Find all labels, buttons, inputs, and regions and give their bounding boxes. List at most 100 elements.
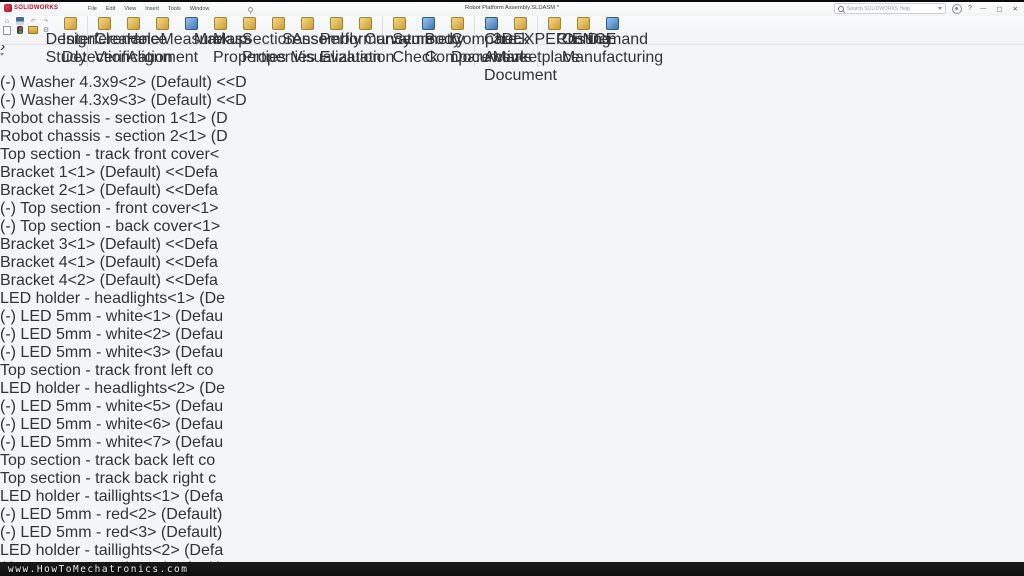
close-button[interactable]: ✕ <box>1011 5 1020 13</box>
solidworks-window: SOLIDWORKS FileEditViewInsertToolsWindow… <box>0 0 1024 576</box>
ribbon-button-icon <box>127 17 140 30</box>
qa-glyph <box>28 26 38 34</box>
title-bar: SOLIDWORKS FileEditViewInsertToolsWindow… <box>0 2 1024 17</box>
tree-item-label: Bracket 3<1> (Default) <<Defa <box>0 236 218 253</box>
tree-item-label: Robot chassis - section 2<1> (D <box>0 128 228 145</box>
tree-item-label: LED holder - taillights<2> (Defa <box>0 542 223 559</box>
tree-item[interactable]: LED holder - taillights<2> (Defa <box>0 542 1024 560</box>
qa-glyph <box>17 26 23 34</box>
tree-item-label: (-) LED 5mm - white<1> (Defau <box>0 308 223 325</box>
tree-item[interactable]: Bracket 4<2> (Default) <<Defa <box>0 272 1024 290</box>
tree-item[interactable]: LED holder - headlights<2> (De <box>0 380 1024 398</box>
tree-item[interactable]: Bracket 3<1> (Default) <<Defa <box>0 236 1024 254</box>
quick-access-icon[interactable] <box>2 26 12 34</box>
tree-item-label: (-) Washer 4.3x9<2> (Default) <<D <box>0 74 247 91</box>
ribbon-button-icon <box>577 17 590 30</box>
qa-glyph <box>5 18 9 25</box>
feature-manager-panel: › (-) Washer 4.3x9<2> (Default) <<D (-) … <box>0 38 1024 576</box>
ribbon-button-icon <box>514 17 527 30</box>
qa-glyph <box>30 18 35 25</box>
ribbon-button-label: On Demand Manufacturing <box>562 31 663 67</box>
qa-glyph <box>16 17 24 25</box>
watermark-url: www.HowToMechatronics.com <box>8 564 189 575</box>
tree-item-label: (-) Top section - back cover<1> <box>0 218 220 235</box>
tree-item[interactable]: LED holder - headlights<1> (De <box>0 290 1024 308</box>
tree-item[interactable]: (-) LED 5mm - red<3> (Default) <box>0 524 1024 542</box>
tree-item-label: Top section - track front cover< <box>0 146 219 163</box>
feature-tree: (-) Washer 4.3x9<2> (Default) <<D (-) Wa… <box>0 74 1024 576</box>
tree-item-label: Robot chassis - section 1<1> (D <box>0 110 228 127</box>
help-search-box[interactable]: Search SOLIDWORKS Help <box>834 3 946 14</box>
minimize-button[interactable]: — <box>978 5 989 12</box>
search-icon <box>838 6 844 12</box>
ribbon-button-icon <box>156 17 169 30</box>
qa-glyph <box>43 18 48 25</box>
command-manager-ribbon: Design Study Interference Detection Clea… <box>0 16 1024 45</box>
tree-item[interactable]: (-) LED 5mm - white<6> (Defau <box>0 416 1024 434</box>
tree-item-label: Top section - track back left co <box>0 452 215 469</box>
tree-item-label: (-) LED 5mm - white<7> (Defau <box>0 434 223 451</box>
ribbon-button-icon <box>98 17 111 30</box>
chevron-down-icon <box>938 7 942 10</box>
tree-item-label: (-) LED 5mm - white<3> (Defau <box>0 344 223 361</box>
tree-item[interactable]: (-) LED 5mm - white<7> (Defau <box>0 434 1024 452</box>
ribbon-button-icon <box>393 17 406 30</box>
tree-item[interactable]: Robot chassis - section 2<1> (D <box>0 128 1024 146</box>
tree-item-label: LED holder - headlights<1> (De <box>0 290 225 307</box>
quick-access-icon[interactable] <box>41 17 51 25</box>
tree-item[interactable]: (-) LED 5mm - white<5> (Defau <box>0 398 1024 416</box>
tree-item[interactable]: (-) LED 5mm - white<1> (Defau <box>0 308 1024 326</box>
ribbon-buttons: Design Study Interference Detection Clea… <box>56 16 627 44</box>
tree-item-label: Bracket 4<1> (Default) <<Defa <box>0 254 218 271</box>
quick-access-icon[interactable] <box>15 26 25 34</box>
tree-item-label: LED holder - taillights<1> (Defa <box>0 488 223 505</box>
ribbon-button-icon <box>64 17 77 30</box>
ribbon-button-icon <box>272 17 285 30</box>
video-letterbox-top <box>0 0 1024 2</box>
tree-item-label: (-) Washer 4.3x9<3> (Default) <<D <box>0 92 247 109</box>
tree-item-label: Bracket 1<1> (Default) <<Defa <box>0 164 218 181</box>
tree-item[interactable]: (-) Washer 4.3x9<3> (Default) <<D <box>0 92 1024 110</box>
tree-item[interactable]: LED holder - taillights<1> (Defa <box>0 488 1024 506</box>
tree-item[interactable]: Robot chassis - section 1<1> (D <box>0 110 1024 128</box>
tree-item[interactable]: (-) Top section - front cover<1> <box>0 200 1024 218</box>
ribbon-button-icon <box>451 17 464 30</box>
chevron-down-icon <box>0 53 4 73</box>
quick-access-icon[interactable] <box>2 17 12 25</box>
tree-item[interactable]: (-) LED 5mm - white<3> (Defau <box>0 344 1024 362</box>
restore-button[interactable]: ▢ <box>994 5 1004 13</box>
tree-item[interactable]: Top section - track front left co <box>0 362 1024 380</box>
qa-glyph <box>3 26 11 35</box>
quick-access-icon[interactable] <box>15 17 25 25</box>
tree-item-label: (-) LED 5mm - red<3> (Default) <box>0 524 222 541</box>
tree-item[interactable]: (-) Top section - back cover<1> <box>0 218 1024 236</box>
ribbon-button-icon <box>214 17 227 30</box>
tree-item[interactable]: Bracket 2<1> (Default) <<Defa <box>0 182 1024 200</box>
tree-item-label: (-) LED 5mm - white<6> (Defau <box>0 416 223 433</box>
ribbon-button-icon <box>606 17 619 30</box>
quick-access-icon[interactable] <box>28 26 38 34</box>
tree-item[interactable]: (-) LED 5mm - white<2> (Defau <box>0 326 1024 344</box>
help-icon[interactable]: ? <box>968 5 972 12</box>
tree-item-label: Top section - track front left co <box>0 362 213 379</box>
tree-item[interactable]: Bracket 4<1> (Default) <<Defa <box>0 254 1024 272</box>
ribbon-button-icon <box>330 17 343 30</box>
tree-item[interactable]: Top section - track front cover< <box>0 146 1024 164</box>
search-placeholder: Search SOLIDWORKS Help <box>847 6 910 12</box>
tree-item[interactable]: Top section - track back right c <box>0 470 1024 488</box>
quick-access-icon[interactable] <box>28 17 38 25</box>
tree-item[interactable]: Bracket 1<1> (Default) <<Defa <box>0 164 1024 182</box>
ribbon-button-icon <box>185 17 198 30</box>
user-profile-icon[interactable] <box>952 4 962 14</box>
tree-item-label: Bracket 4<2> (Default) <<Defa <box>0 272 218 289</box>
ribbon-button-icon <box>422 17 435 30</box>
tree-item[interactable]: (-) LED 5mm - red<2> (Default) <box>0 506 1024 524</box>
tree-item-label: (-) LED 5mm - white<5> (Defau <box>0 398 223 415</box>
tree-item-label: (-) Top section - front cover<1> <box>0 200 218 217</box>
tree-item[interactable]: Top section - track back left co <box>0 452 1024 470</box>
ribbon-button-icon <box>548 17 561 30</box>
video-letterbox-bottom: www.HowToMechatronics.com <box>0 562 1024 576</box>
ribbon-button[interactable]: On Demand Manufacturing <box>598 16 627 67</box>
tree-item-label: (-) LED 5mm - white<2> (Defau <box>0 326 223 343</box>
tree-item-label: Top section - track back right c <box>0 470 216 487</box>
